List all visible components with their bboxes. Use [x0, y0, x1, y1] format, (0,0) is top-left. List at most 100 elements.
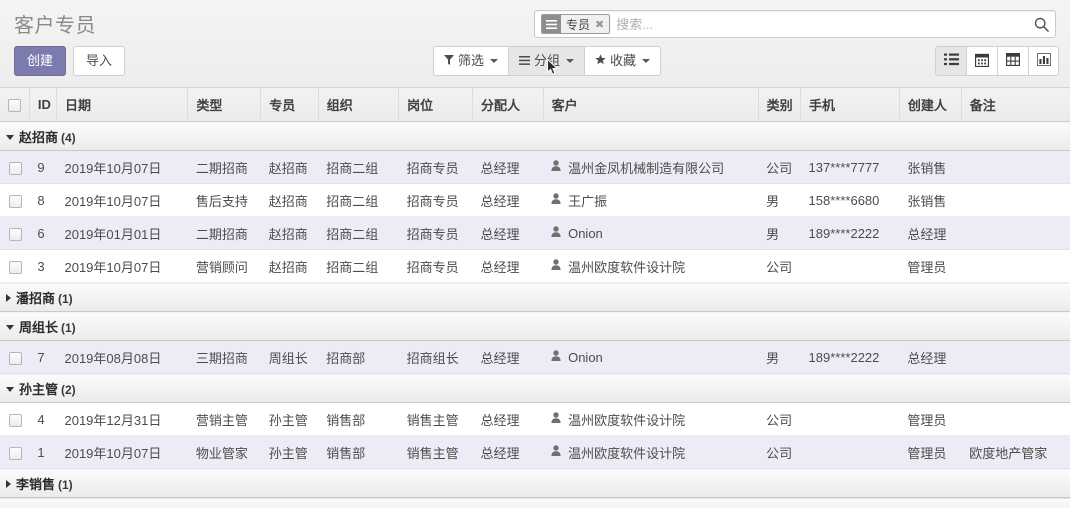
column-header-phone[interactable]: 手机 [800, 88, 900, 122]
close-icon[interactable]: ✖ [594, 15, 610, 33]
row-select-cell[interactable] [0, 216, 30, 250]
group-count: (1) [58, 477, 73, 492]
cell-id: 6 [29, 216, 57, 250]
select-all-header[interactable] [0, 88, 30, 122]
group-header-cell[interactable]: 赵招商 (4) [0, 121, 1070, 151]
table-row[interactable]: 1 2019年10月07日 物业管家 孙主管 销售部 销售主管 总经理 温州欧度软件设计院 公司… [0, 435, 1070, 469]
group-name: 赵招商 [19, 129, 59, 145]
group-header-row[interactable]: 周组长 (1) [0, 311, 1070, 341]
chevron-right-icon[interactable] [6, 480, 11, 489]
cell-category: 男 [758, 183, 801, 217]
cell-creator: 张销售 [899, 183, 962, 217]
graph-view-button[interactable] [1028, 46, 1059, 76]
search-facet-label: 专员 [561, 15, 595, 33]
group-header-cell[interactable]: 潘招商 (1) [0, 282, 1070, 312]
column-header-date[interactable]: 日期 [56, 88, 189, 122]
column-header-assign[interactable]: 分配人 [472, 88, 544, 122]
cell-creator: 总经理 [899, 216, 962, 250]
column-header-agent[interactable]: 专员 [260, 88, 319, 122]
chevron-down-icon[interactable] [6, 324, 14, 330]
cell-assign: 总经理 [472, 402, 544, 436]
cell-assign: 总经理 [472, 216, 544, 250]
row-checkbox[interactable] [9, 161, 23, 175]
cell-org: 招商部 [318, 340, 399, 374]
select-all-checkbox[interactable] [7, 99, 21, 113]
column-header-org[interactable]: 组织 [318, 88, 400, 122]
cell-category: 公司 [758, 402, 801, 436]
cell-phone [800, 402, 900, 436]
create-button[interactable]: 创建 [14, 46, 67, 76]
cell-org: 销售部 [318, 435, 399, 469]
column-header-post[interactable]: 岗位 [398, 88, 473, 122]
cell-note [961, 150, 1070, 184]
customer-name: Onion [568, 350, 603, 366]
cell-org: 招商二组 [318, 249, 399, 283]
row-select-cell[interactable] [0, 435, 30, 469]
cell-type: 售后支持 [187, 183, 261, 217]
row-checkbox[interactable] [9, 260, 23, 274]
cell-date: 2019年01月01日 [56, 216, 188, 250]
cell-note [961, 340, 1070, 374]
cell-agent: 赵招商 [260, 150, 319, 184]
group-header-cell[interactable]: 李销售 (1) [0, 468, 1070, 498]
row-checkbox[interactable] [9, 413, 23, 427]
cell-note [961, 249, 1070, 283]
row-checkbox[interactable] [9, 227, 23, 241]
cell-post: 招商专员 [398, 249, 473, 283]
pivot-view-button[interactable] [997, 46, 1028, 76]
row-select-cell[interactable] [0, 183, 30, 217]
search-input[interactable] [610, 16, 1030, 32]
group-header-row[interactable]: 李销售 (1) [0, 468, 1070, 498]
calendar-view-button[interactable] [966, 46, 997, 76]
chevron-down-icon[interactable] [6, 386, 14, 392]
cell-org: 招商二组 [318, 183, 399, 217]
table-row[interactable]: 4 2019年12月31日 营销主管 孙主管 销售部 销售主管 总经理 温州欧度软件设计院 公司… [0, 402, 1070, 436]
group-header-row[interactable]: 潘招商 (1) [0, 282, 1070, 312]
column-header-note[interactable]: 备注 [961, 88, 1070, 122]
pivot-view-icon [1005, 52, 1021, 69]
table-row[interactable]: 9 2019年10月07日 二期招商 赵招商 招商二组 招商专员 总经理 温州金凤机械制造有限… [0, 150, 1070, 184]
row-checkbox[interactable] [9, 351, 23, 365]
table-row[interactable]: 3 2019年10月07日 营销顾问 赵招商 招商二组 招商专员 总经理 温州欧度软件设计院 公… [0, 249, 1070, 283]
table-row[interactable]: 6 2019年01月01日 二期招商 赵招商 招商二组 招商专员 总经理 Onion 男 189*… [0, 216, 1070, 250]
row-select-cell[interactable] [0, 402, 30, 436]
search-facet-agent[interactable]: 专员 ✖ [541, 14, 611, 34]
column-header-creator[interactable]: 创建人 [899, 88, 962, 122]
breadcrumb[interactable]: 客户专员 [14, 9, 96, 38]
cell-note [961, 216, 1070, 250]
groupby-button[interactable]: 分组 [508, 46, 585, 76]
row-select-cell[interactable] [0, 249, 30, 283]
column-header-category[interactable]: 类别 [758, 88, 802, 122]
column-header-customer[interactable]: 客户 [543, 88, 759, 122]
table-row[interactable]: 8 2019年10月07日 售后支持 赵招商 招商二组 招商专员 总经理 王广振 男 158***… [0, 183, 1070, 217]
list-view-button[interactable] [935, 46, 966, 76]
search-view[interactable]: 专员 ✖ [534, 10, 1056, 38]
cell-id: 7 [29, 340, 57, 374]
funnel-icon [444, 54, 454, 67]
group-header-cell[interactable]: 孙主管 (2) [0, 373, 1070, 403]
filters-button[interactable]: 筛选 [433, 46, 509, 76]
row-select-cell[interactable] [0, 340, 30, 374]
import-button[interactable]: 导入 [73, 46, 126, 76]
column-header-id[interactable]: ID [29, 88, 57, 122]
favorites-button[interactable]: 收藏 [584, 46, 662, 76]
row-select-cell[interactable] [0, 150, 30, 184]
row-checkbox[interactable] [9, 194, 23, 208]
group-header-row[interactable]: 孙主管 (2) [0, 373, 1070, 403]
group-header-row[interactable]: 赵招商 (4) [0, 121, 1070, 151]
group-header-cell[interactable]: 周组长 (1) [0, 311, 1070, 341]
table-row[interactable]: 7 2019年08月08日 三期招商 周组长 招商部 招商组长 总经理 Onion 男 189**… [0, 340, 1070, 374]
calendar-view-icon [974, 53, 990, 70]
row-checkbox[interactable] [9, 446, 23, 460]
cell-customer: 温州欧度软件设计院 [543, 402, 759, 436]
customer-name: 温州欧度软件设计院 [568, 412, 686, 428]
chevron-down-icon[interactable] [6, 134, 14, 140]
list-view-icon [943, 53, 959, 69]
cell-note [961, 183, 1070, 217]
chevron-right-icon[interactable] [6, 294, 11, 303]
column-header-type[interactable]: 类型 [187, 88, 262, 122]
cell-agent: 周组长 [260, 340, 319, 374]
search-icon[interactable] [1030, 17, 1052, 32]
group-name: 李销售 [16, 476, 56, 492]
cell-id: 3 [29, 249, 57, 283]
